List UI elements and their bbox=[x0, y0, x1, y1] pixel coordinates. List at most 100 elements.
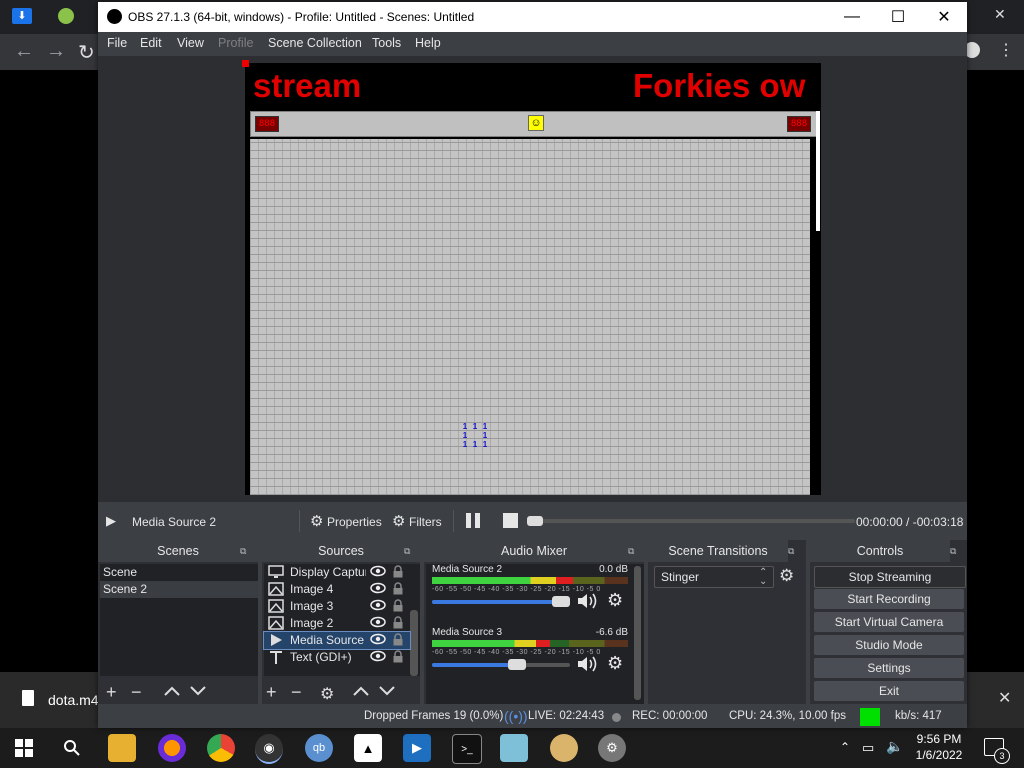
volume-slider[interactable] bbox=[432, 659, 570, 670]
remove-source-icon[interactable]: − bbox=[291, 682, 302, 703]
browser-menu-icon[interactable]: ⋮ bbox=[998, 40, 1014, 60]
qbittorrent-icon[interactable]: qb bbox=[305, 734, 333, 762]
dock-float-icon[interactable]: ⧉ bbox=[240, 546, 246, 557]
extension-icon[interactable] bbox=[58, 8, 74, 24]
visibility-eye-icon[interactable] bbox=[370, 599, 386, 611]
add-source-icon[interactable]: + bbox=[266, 682, 277, 703]
filters-button[interactable]: Filters bbox=[409, 515, 442, 529]
media-seek-slider[interactable] bbox=[527, 516, 855, 526]
terminal-icon[interactable]: >_ bbox=[452, 734, 482, 764]
studio-mode-button[interactable]: Studio Mode bbox=[814, 635, 964, 655]
chrome-icon[interactable] bbox=[207, 734, 235, 762]
source-properties-gear-icon[interactable]: ⚙ bbox=[320, 684, 334, 704]
forward-arrow-icon[interactable]: → bbox=[46, 40, 66, 63]
lock-icon[interactable] bbox=[392, 565, 404, 578]
obs-icon[interactable]: ◉ bbox=[255, 734, 283, 764]
transition-select[interactable]: Stinger ⌃ ⌄ bbox=[654, 566, 774, 588]
menu-profile[interactable]: Profile bbox=[218, 36, 253, 50]
source-item-selected[interactable]: Media Source 2 bbox=[263, 631, 411, 650]
download-bar-close-icon[interactable]: ✕ bbox=[998, 688, 1011, 708]
bitrate: kb/s: 417 bbox=[895, 710, 942, 722]
download-file-name[interactable]: dota.m4 bbox=[48, 692, 99, 708]
meter-scale: -60 -55 -50 -45 -40 -35 -30 -25 -20 -15 … bbox=[432, 649, 601, 656]
video-player-icon[interactable]: ▶ bbox=[403, 734, 431, 762]
menu-view[interactable]: View bbox=[177, 36, 204, 50]
search-icon[interactable] bbox=[58, 734, 86, 762]
menu-help[interactable]: Help bbox=[415, 36, 441, 50]
paint-icon[interactable] bbox=[550, 734, 578, 762]
stop-icon[interactable] bbox=[503, 513, 518, 528]
volume-slider[interactable] bbox=[432, 596, 570, 607]
remove-scene-icon[interactable]: − bbox=[131, 682, 142, 703]
mixer-settings-gear-icon[interactable]: ⚙ bbox=[607, 653, 623, 674]
source-list-scrollbar[interactable] bbox=[410, 610, 418, 676]
maximize-button[interactable]: ☐ bbox=[875, 2, 921, 32]
windows-start-icon[interactable] bbox=[10, 734, 38, 762]
seek-handle[interactable] bbox=[527, 516, 543, 526]
play-icon[interactable]: ▶ bbox=[106, 513, 116, 529]
visibility-eye-icon[interactable] bbox=[370, 616, 386, 628]
visibility-eye-icon[interactable] bbox=[370, 565, 386, 577]
lock-icon[interactable] bbox=[392, 616, 404, 629]
source-item[interactable]: Image 4 bbox=[264, 581, 410, 598]
add-scene-icon[interactable]: + bbox=[106, 682, 117, 703]
stop-streaming-button[interactable]: Stop Streaming bbox=[814, 566, 966, 588]
notepad-icon[interactable] bbox=[500, 734, 528, 762]
source-item[interactable]: Display Capture bbox=[264, 564, 410, 581]
start-recording-button[interactable]: Start Recording bbox=[814, 589, 964, 609]
back-arrow-icon[interactable]: ← bbox=[14, 40, 34, 63]
source-item[interactable]: Text (GDI+) bbox=[264, 649, 410, 666]
minimize-button[interactable]: — bbox=[829, 2, 875, 32]
pause-icon[interactable] bbox=[465, 513, 481, 528]
source-move-up-icon[interactable] bbox=[353, 686, 369, 696]
menu-scene-collection[interactable]: Scene Collection bbox=[268, 36, 362, 50]
close-button[interactable]: ✕ bbox=[921, 2, 967, 32]
taskbar-clock[interactable]: 9:56 PM 1/6/2022 bbox=[906, 731, 972, 763]
start-virtual-camera-button[interactable]: Start Virtual Camera bbox=[814, 612, 964, 632]
photos-icon[interactable]: ▲ bbox=[354, 734, 382, 762]
menu-edit[interactable]: Edit bbox=[140, 36, 162, 50]
file-explorer-icon[interactable] bbox=[108, 734, 136, 762]
lock-icon[interactable] bbox=[392, 582, 404, 595]
firefox-icon[interactable] bbox=[158, 734, 186, 762]
download-tab-icon[interactable]: ⬇ bbox=[12, 8, 32, 24]
visibility-eye-icon[interactable] bbox=[370, 633, 386, 645]
browser-close-icon[interactable]: ✕ bbox=[994, 6, 1006, 23]
chevron-up-icon[interactable]: ⌃ bbox=[840, 740, 850, 754]
source-move-down-icon[interactable] bbox=[379, 686, 395, 696]
source-item[interactable]: Image 3 bbox=[264, 598, 410, 615]
dock-float-icon[interactable]: ⧉ bbox=[788, 546, 794, 557]
network-icon[interactable]: ▭ bbox=[862, 740, 874, 756]
visibility-eye-icon[interactable] bbox=[370, 582, 386, 594]
move-down-icon[interactable] bbox=[190, 686, 206, 696]
speaker-muted-icon[interactable]: 🔈 bbox=[886, 738, 903, 755]
properties-button[interactable]: Properties bbox=[327, 515, 382, 529]
lock-icon[interactable] bbox=[392, 633, 404, 646]
mixer-settings-gear-icon[interactable]: ⚙ bbox=[607, 590, 623, 611]
spinner-arrows-icon[interactable]: ⌃ ⌄ bbox=[759, 568, 767, 587]
settings-button[interactable]: Settings bbox=[814, 658, 964, 678]
mixer-scrollbar[interactable] bbox=[634, 566, 641, 700]
dock-float-icon[interactable]: ⧉ bbox=[404, 546, 410, 557]
preview-canvas[interactable]: stream Forkies ow 888 ☺ 888 1 1 1 1 1 1 … bbox=[245, 63, 821, 495]
settings-gear-icon[interactable]: ⚙ bbox=[598, 734, 626, 762]
scene-item-selected[interactable]: Scene 2 bbox=[100, 581, 258, 598]
selection-handle[interactable] bbox=[242, 60, 249, 67]
reload-icon[interactable]: ↻ bbox=[78, 40, 95, 65]
properties-gear-icon[interactable]: ⚙ bbox=[310, 512, 323, 530]
exit-button[interactable]: Exit bbox=[814, 681, 964, 701]
scene-item[interactable]: Scene bbox=[100, 564, 258, 581]
filters-icon[interactable]: ⚙ bbox=[392, 512, 405, 530]
move-up-icon[interactable] bbox=[164, 686, 180, 696]
speaker-icon[interactable] bbox=[577, 655, 597, 673]
menu-tools[interactable]: Tools bbox=[372, 36, 401, 50]
visibility-eye-icon[interactable] bbox=[370, 650, 386, 662]
dock-float-icon[interactable]: ⧉ bbox=[950, 546, 956, 557]
source-item[interactable]: Image 2 bbox=[264, 615, 410, 632]
transition-settings-gear-icon[interactable]: ⚙ bbox=[779, 566, 794, 586]
lock-icon[interactable] bbox=[392, 599, 404, 612]
speaker-icon[interactable] bbox=[577, 592, 597, 610]
lock-icon[interactable] bbox=[392, 650, 404, 663]
menu-file[interactable]: File bbox=[107, 36, 127, 50]
dock-float-icon[interactable]: ⧉ bbox=[628, 546, 634, 557]
